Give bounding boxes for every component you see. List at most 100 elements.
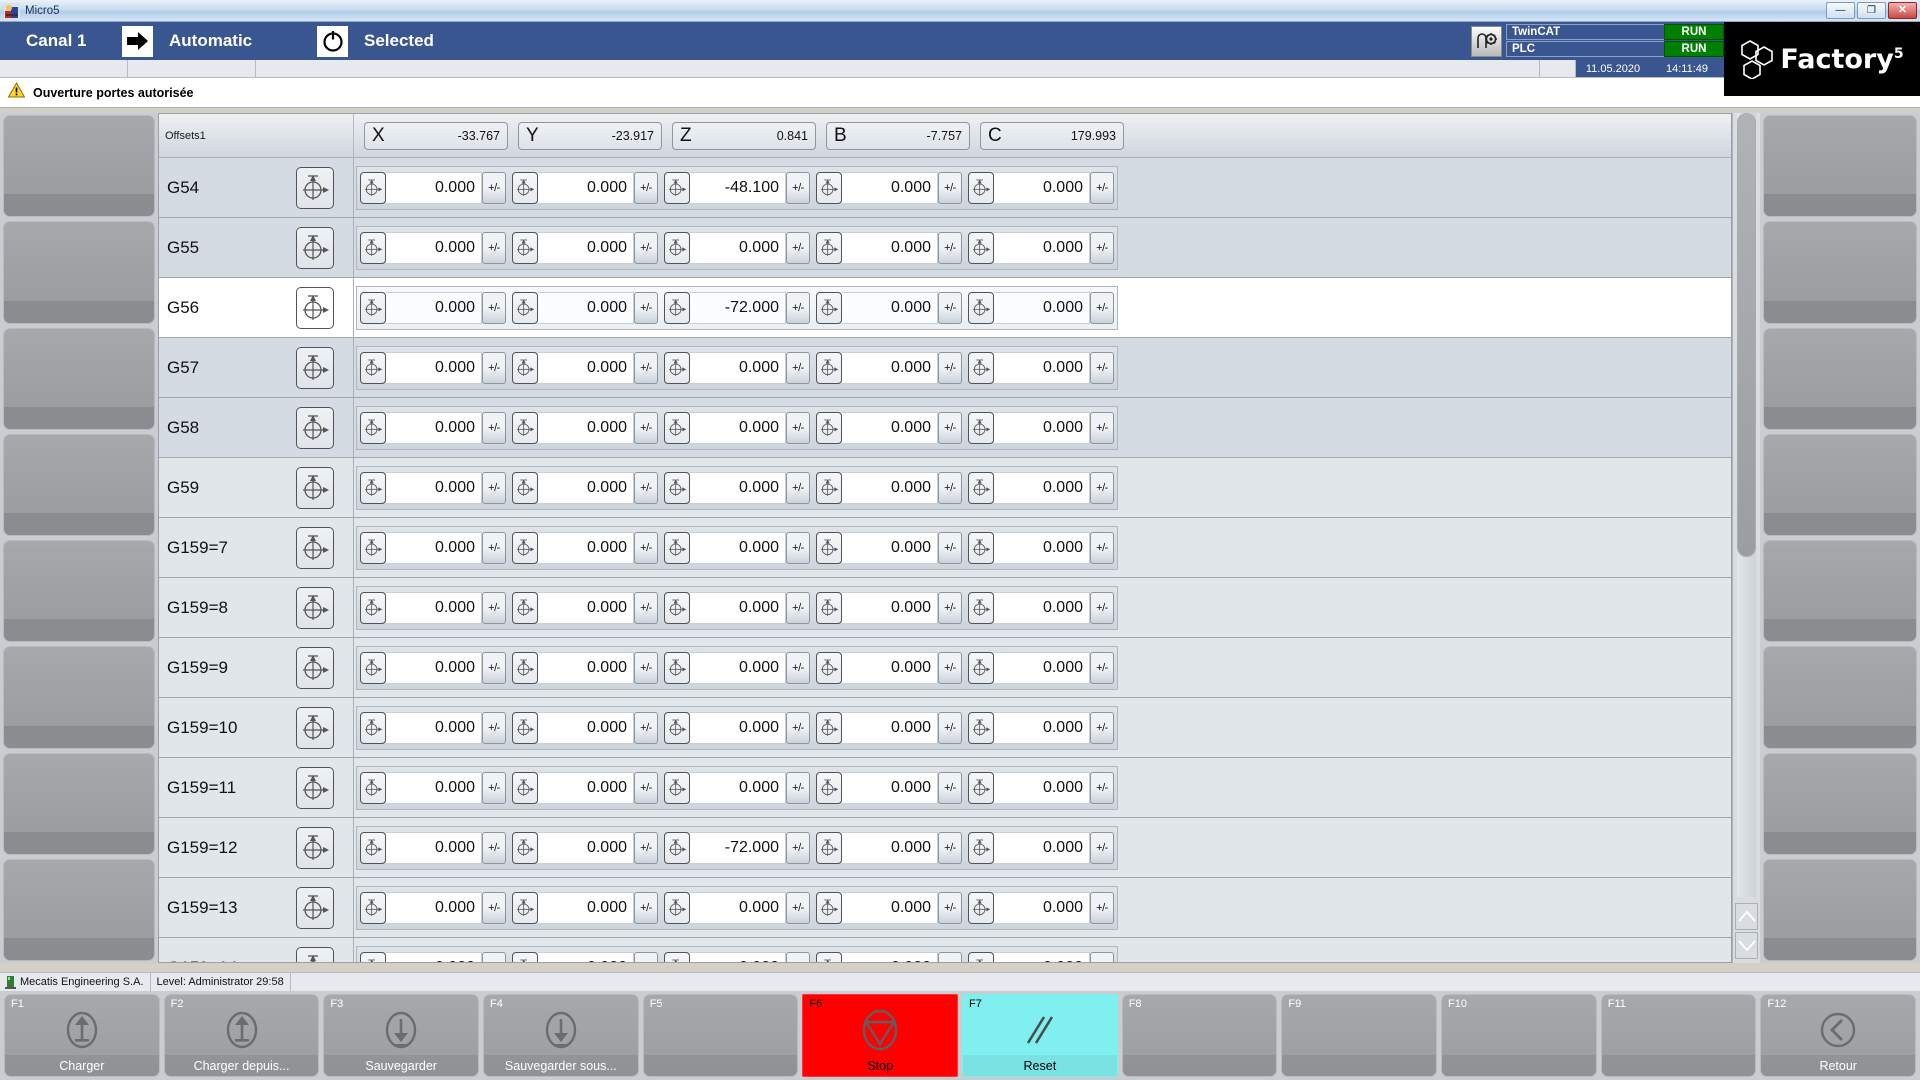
function-key-f10[interactable]: F10 [1441, 994, 1597, 1077]
offset-value-input[interactable]: 0.000 [538, 711, 634, 744]
function-key-f4[interactable]: F4 Sauvegarder sous... [483, 994, 639, 1077]
axis-origin-icon[interactable] [968, 351, 994, 384]
axis-origin-icon[interactable] [512, 531, 538, 564]
offset-value-input[interactable]: 0.000 [690, 951, 786, 962]
scrollbar-track[interactable] [1737, 113, 1756, 897]
axis-origin-icon[interactable] [664, 591, 690, 624]
sign-toggle-button[interactable]: +/- [482, 351, 506, 384]
function-key-f8[interactable]: F8 [1121, 994, 1278, 1077]
offset-value-input[interactable]: 0.000 [538, 951, 634, 962]
sign-toggle-button[interactable]: +/- [786, 411, 810, 444]
axis-origin-icon[interactable] [512, 711, 538, 744]
side-button-left-8[interactable] [3, 858, 155, 961]
axis-origin-icon[interactable] [816, 531, 842, 564]
table-row[interactable]: G159=13 0.000 +/- 0.000 +/- 0.000 +/- 0.000 +/- 0… [159, 878, 1731, 938]
axis-origin-icon[interactable] [968, 411, 994, 444]
axis-origin-icon[interactable] [968, 711, 994, 744]
offset-value-input[interactable]: 0.000 [842, 831, 938, 864]
table-row[interactable]: G54 0.000 +/- 0.000 +/- -48.100 +/- 0.000 +/- 0.0… [159, 158, 1731, 218]
offset-value-input[interactable]: 0.000 [994, 171, 1090, 204]
work-offset-origin-icon[interactable] [296, 226, 334, 269]
sign-toggle-button[interactable]: +/- [786, 591, 810, 624]
sign-toggle-button[interactable]: +/- [634, 531, 658, 564]
function-key-f1[interactable]: F1 Charger [4, 994, 160, 1077]
offset-value-input[interactable]: 0.000 [538, 771, 634, 804]
sign-toggle-button[interactable]: +/- [938, 651, 962, 684]
axis-origin-icon[interactable] [968, 891, 994, 924]
axis-origin-icon[interactable] [816, 591, 842, 624]
axis-origin-icon[interactable] [664, 831, 690, 864]
sign-toggle-button[interactable]: +/- [1090, 231, 1114, 264]
offset-value-input[interactable]: 0.000 [842, 891, 938, 924]
function-key-f2[interactable]: F2 Charger depuis... [163, 994, 320, 1077]
side-button-right-8[interactable] [1763, 858, 1917, 961]
axis-origin-icon[interactable] [968, 291, 994, 324]
sign-toggle-button[interactable]: +/- [482, 471, 506, 504]
work-offset-origin-icon[interactable] [296, 526, 334, 569]
work-offset-origin-icon[interactable] [296, 586, 334, 629]
table-row[interactable]: G59 0.000 +/- 0.000 +/- 0.000 +/- 0.000 +/- 0.000… [159, 458, 1731, 518]
axis-origin-icon[interactable] [816, 651, 842, 684]
axis-origin-icon[interactable] [360, 291, 386, 324]
axis-origin-icon[interactable] [360, 831, 386, 864]
offset-value-input[interactable]: 0.000 [386, 471, 482, 504]
sign-toggle-button[interactable]: +/- [1090, 891, 1114, 924]
axis-origin-icon[interactable] [512, 591, 538, 624]
sign-toggle-button[interactable]: +/- [634, 411, 658, 444]
sign-toggle-button[interactable]: +/- [1090, 471, 1114, 504]
axis-origin-icon[interactable] [968, 771, 994, 804]
axis-origin-icon[interactable] [816, 711, 842, 744]
offset-value-input[interactable]: 0.000 [386, 171, 482, 204]
offset-value-input[interactable]: 0.000 [994, 711, 1090, 744]
side-button-right-6[interactable] [1763, 646, 1917, 749]
axis-origin-icon[interactable] [664, 471, 690, 504]
sign-toggle-button[interactable]: +/- [482, 531, 506, 564]
offset-value-input[interactable]: 0.000 [386, 891, 482, 924]
axis-origin-icon[interactable] [664, 291, 690, 324]
offset-value-input[interactable]: 0.000 [842, 471, 938, 504]
sign-toggle-button[interactable]: +/- [1090, 651, 1114, 684]
toolbar-cell-1[interactable] [0, 60, 128, 77]
axis-origin-icon[interactable] [968, 591, 994, 624]
sign-toggle-button[interactable]: +/- [938, 771, 962, 804]
axis-origin-icon[interactable] [664, 231, 690, 264]
function-key-f3[interactable]: F3 Sauvegarder [323, 994, 480, 1077]
offset-value-input[interactable]: 0.000 [994, 531, 1090, 564]
scrollbar-thumb[interactable] [1737, 113, 1756, 557]
sign-toggle-button[interactable]: +/- [938, 591, 962, 624]
sign-toggle-button[interactable]: +/- [938, 951, 962, 962]
offset-value-input[interactable]: 0.000 [994, 651, 1090, 684]
offset-value-input[interactable]: 0.000 [690, 651, 786, 684]
axis-origin-icon[interactable] [968, 831, 994, 864]
axis-origin-icon[interactable] [360, 531, 386, 564]
offset-value-input[interactable]: 0.000 [994, 891, 1090, 924]
offset-value-input[interactable]: 0.000 [386, 531, 482, 564]
offset-value-input[interactable]: -72.000 [690, 831, 786, 864]
offset-value-input[interactable]: 0.000 [386, 291, 482, 324]
axis-origin-icon[interactable] [360, 171, 386, 204]
axis-origin-icon[interactable] [816, 411, 842, 444]
function-key-f12[interactable]: F12 Retour [1760, 994, 1917, 1077]
offset-value-input[interactable]: 0.000 [690, 591, 786, 624]
offset-value-input[interactable]: 0.000 [690, 711, 786, 744]
offset-value-input[interactable]: 0.000 [994, 351, 1090, 384]
sign-toggle-button[interactable]: +/- [1090, 951, 1114, 962]
sign-toggle-button[interactable]: +/- [482, 891, 506, 924]
offset-value-input[interactable]: 0.000 [538, 231, 634, 264]
sign-toggle-button[interactable]: +/- [786, 951, 810, 962]
table-row[interactable]: G159=7 0.000 +/- 0.000 +/- 0.000 +/- 0.000 +/- 0.… [159, 518, 1731, 578]
axis-origin-icon[interactable] [968, 951, 994, 962]
sign-toggle-button[interactable]: +/- [634, 771, 658, 804]
minimize-button[interactable]: — [1826, 2, 1855, 19]
offset-value-input[interactable]: 0.000 [538, 351, 634, 384]
sign-toggle-button[interactable]: +/- [482, 231, 506, 264]
side-button-left-4[interactable] [3, 433, 155, 536]
axis-origin-icon[interactable] [512, 291, 538, 324]
sign-toggle-button[interactable]: +/- [482, 591, 506, 624]
side-button-left-2[interactable] [3, 221, 155, 324]
sign-toggle-button[interactable]: +/- [634, 591, 658, 624]
axis-origin-icon[interactable] [664, 711, 690, 744]
sign-toggle-button[interactable]: +/- [634, 891, 658, 924]
offset-value-input[interactable]: 0.000 [842, 291, 938, 324]
offset-value-input[interactable]: 0.000 [386, 411, 482, 444]
